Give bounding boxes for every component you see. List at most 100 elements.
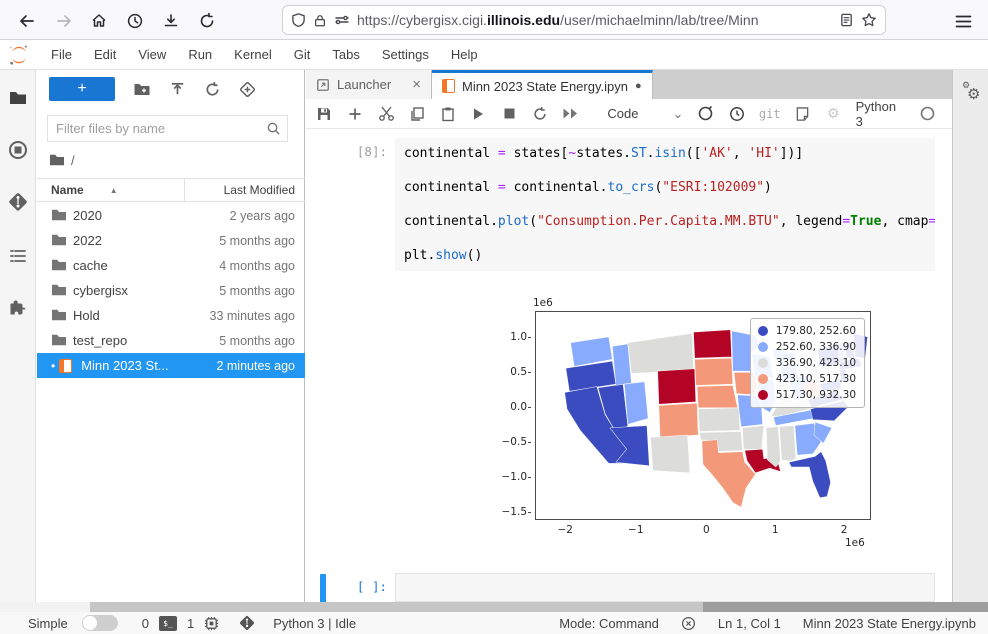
file-modified: 5 months ago	[219, 284, 295, 298]
run-icon[interactable]	[470, 105, 487, 122]
notebook-tools-icon[interactable]	[795, 105, 812, 122]
file-row-minn-2023-st-[interactable]: •Minn 2023 St...2 minutes ago	[37, 353, 305, 378]
bookmark-star-icon[interactable]	[861, 12, 877, 28]
search-icon	[266, 121, 281, 136]
breadcrumb[interactable]: /	[49, 150, 75, 170]
browser-toolbar: https://cybergisx.cigi.illinois.edu/user…	[0, 0, 988, 40]
filter-files-input[interactable]	[56, 121, 266, 136]
activity-bar	[0, 70, 36, 602]
y-axis-offset-label: 1e6	[533, 297, 553, 309]
statusbar-filename: Minn 2023 State Energy.ipynb	[803, 616, 976, 631]
root-folder-icon	[49, 153, 65, 167]
kernel-status-text[interactable]: Python 3 | Idle	[273, 616, 356, 631]
extensions-puzzle-icon[interactable]	[8, 298, 28, 318]
close-tab-icon[interactable]: ×	[412, 76, 421, 93]
file-row-test-repo[interactable]: test_repo5 months ago	[37, 328, 305, 353]
file-row-2022[interactable]: 20225 months ago	[37, 228, 305, 253]
execution-time-clock-icon[interactable]	[728, 105, 745, 122]
menu-git[interactable]: Git	[283, 40, 322, 69]
upload-icon[interactable]	[169, 81, 186, 98]
downloads-icon[interactable]	[158, 8, 184, 34]
restart-run-all-icon[interactable]	[562, 105, 579, 122]
sort-arrow-icon: ▲	[110, 186, 118, 195]
cut-icon[interactable]	[378, 105, 395, 122]
shield-icon[interactable]	[291, 12, 306, 28]
url-text[interactable]: https://cybergisx.cigi.illinois.edu/user…	[357, 12, 832, 28]
running-kernels-icon[interactable]	[8, 140, 28, 160]
reader-view-icon[interactable]	[839, 12, 854, 28]
git-clone-icon[interactable]	[239, 81, 256, 98]
folder-icon	[51, 208, 67, 224]
permissions-icon[interactable]	[334, 13, 350, 27]
scrollbar-thumb[interactable]	[703, 602, 988, 612]
file-name: cybergisx	[73, 283, 219, 298]
notebook-icon	[59, 359, 72, 373]
name-column-header[interactable]: Name▲	[37, 179, 185, 201]
map-legend: 179.80, 252.60252.60, 336.90336.90, 423.…	[750, 318, 865, 408]
new-folder-icon[interactable]	[133, 80, 151, 98]
stop-icon[interactable]	[501, 105, 518, 122]
kernel-status-icon[interactable]	[919, 105, 936, 122]
menu-tabs[interactable]: Tabs	[321, 40, 370, 69]
menu-view[interactable]: View	[127, 40, 177, 69]
hamburger-menu-icon[interactable]	[950, 8, 976, 34]
file-browser-icon[interactable]	[8, 88, 28, 108]
line-col-indicator[interactable]: Ln 1, Col 1	[718, 616, 781, 631]
menu-help[interactable]: Help	[440, 40, 489, 69]
modified-column-header[interactable]: Last Modified	[185, 183, 305, 197]
legend-item: 423.10, 517.30	[758, 371, 856, 387]
save-icon[interactable]	[316, 105, 333, 122]
url-bar[interactable]: https://cybergisx.cigi.illinois.edu/user…	[282, 5, 886, 35]
code-editor[interactable]: continental = states[~states.ST.isin(['A…	[395, 138, 935, 271]
history-icon[interactable]	[122, 8, 148, 34]
kernel-name[interactable]: Python 3	[856, 99, 906, 129]
file-name: 2022	[73, 233, 219, 248]
horizontal-scrollbar[interactable]	[0, 602, 988, 612]
unsaved-dot-icon[interactable]: ●	[635, 80, 642, 92]
file-row-hold[interactable]: Hold33 minutes ago	[37, 303, 305, 328]
git-toolbar-label[interactable]: git	[759, 107, 781, 121]
restart-kernel-icon[interactable]	[532, 105, 549, 122]
lock-icon[interactable]	[313, 13, 327, 28]
jupyterlab-menubar: FileEditViewRunKernelGitTabsSettingsHelp	[0, 40, 988, 70]
menu-run[interactable]: Run	[177, 40, 223, 69]
forward-icon[interactable]	[51, 8, 77, 34]
git-icon[interactable]	[8, 192, 28, 212]
folder-icon	[51, 283, 67, 299]
cell-type-dropdown[interactable]: Code⌄	[607, 106, 683, 122]
empty-code-editor[interactable]	[395, 573, 935, 602]
execution-indicator-icon[interactable]	[697, 105, 714, 122]
empty-code-cell[interactable]: [ ]:	[306, 573, 952, 602]
add-cell-icon[interactable]	[347, 105, 364, 122]
notebook-toolbar: Code⌄ git ⚙ Python 3	[306, 99, 952, 129]
legend-item: 179.80, 252.60	[758, 323, 856, 339]
file-modified: 33 minutes ago	[210, 309, 295, 323]
new-launcher-button[interactable]: +	[49, 77, 115, 101]
paste-icon[interactable]	[439, 105, 456, 122]
home-icon[interactable]	[86, 8, 112, 34]
menu-settings[interactable]: Settings	[371, 40, 440, 69]
simple-mode-toggle[interactable]	[82, 615, 118, 631]
terminal-icon: $_	[159, 616, 177, 631]
gear-icon: ⚙	[825, 105, 842, 122]
tab-notebook[interactable]: Minn 2023 State Energy.ipyn ●	[432, 70, 653, 99]
mode-indicator[interactable]: Mode: Command	[559, 616, 659, 631]
menu-file[interactable]: File	[40, 40, 83, 69]
menu-edit[interactable]: Edit	[83, 40, 127, 69]
folder-icon	[51, 258, 67, 274]
copy-icon[interactable]	[409, 105, 426, 122]
refresh-icon[interactable]	[204, 81, 221, 98]
code-cell[interactable]: [8]: continental = states[~states.ST.isi…	[306, 138, 952, 271]
jupyter-logo	[8, 44, 30, 66]
file-row-cybergisx[interactable]: cybergisx5 months ago	[37, 278, 305, 303]
reload-icon[interactable]	[194, 8, 220, 34]
table-of-contents-icon[interactable]	[8, 246, 28, 266]
back-icon[interactable]	[14, 8, 40, 34]
tab-launcher[interactable]: Launcher ×	[306, 70, 432, 99]
file-modified: 4 months ago	[219, 259, 295, 273]
menu-kernel[interactable]: Kernel	[223, 40, 283, 69]
unsaved-dot-icon: •	[51, 359, 55, 373]
file-row-2020[interactable]: 20202 years ago	[37, 203, 305, 228]
cell-prompt: [ ]:	[336, 573, 395, 602]
file-row-cache[interactable]: cache4 months ago	[37, 253, 305, 278]
